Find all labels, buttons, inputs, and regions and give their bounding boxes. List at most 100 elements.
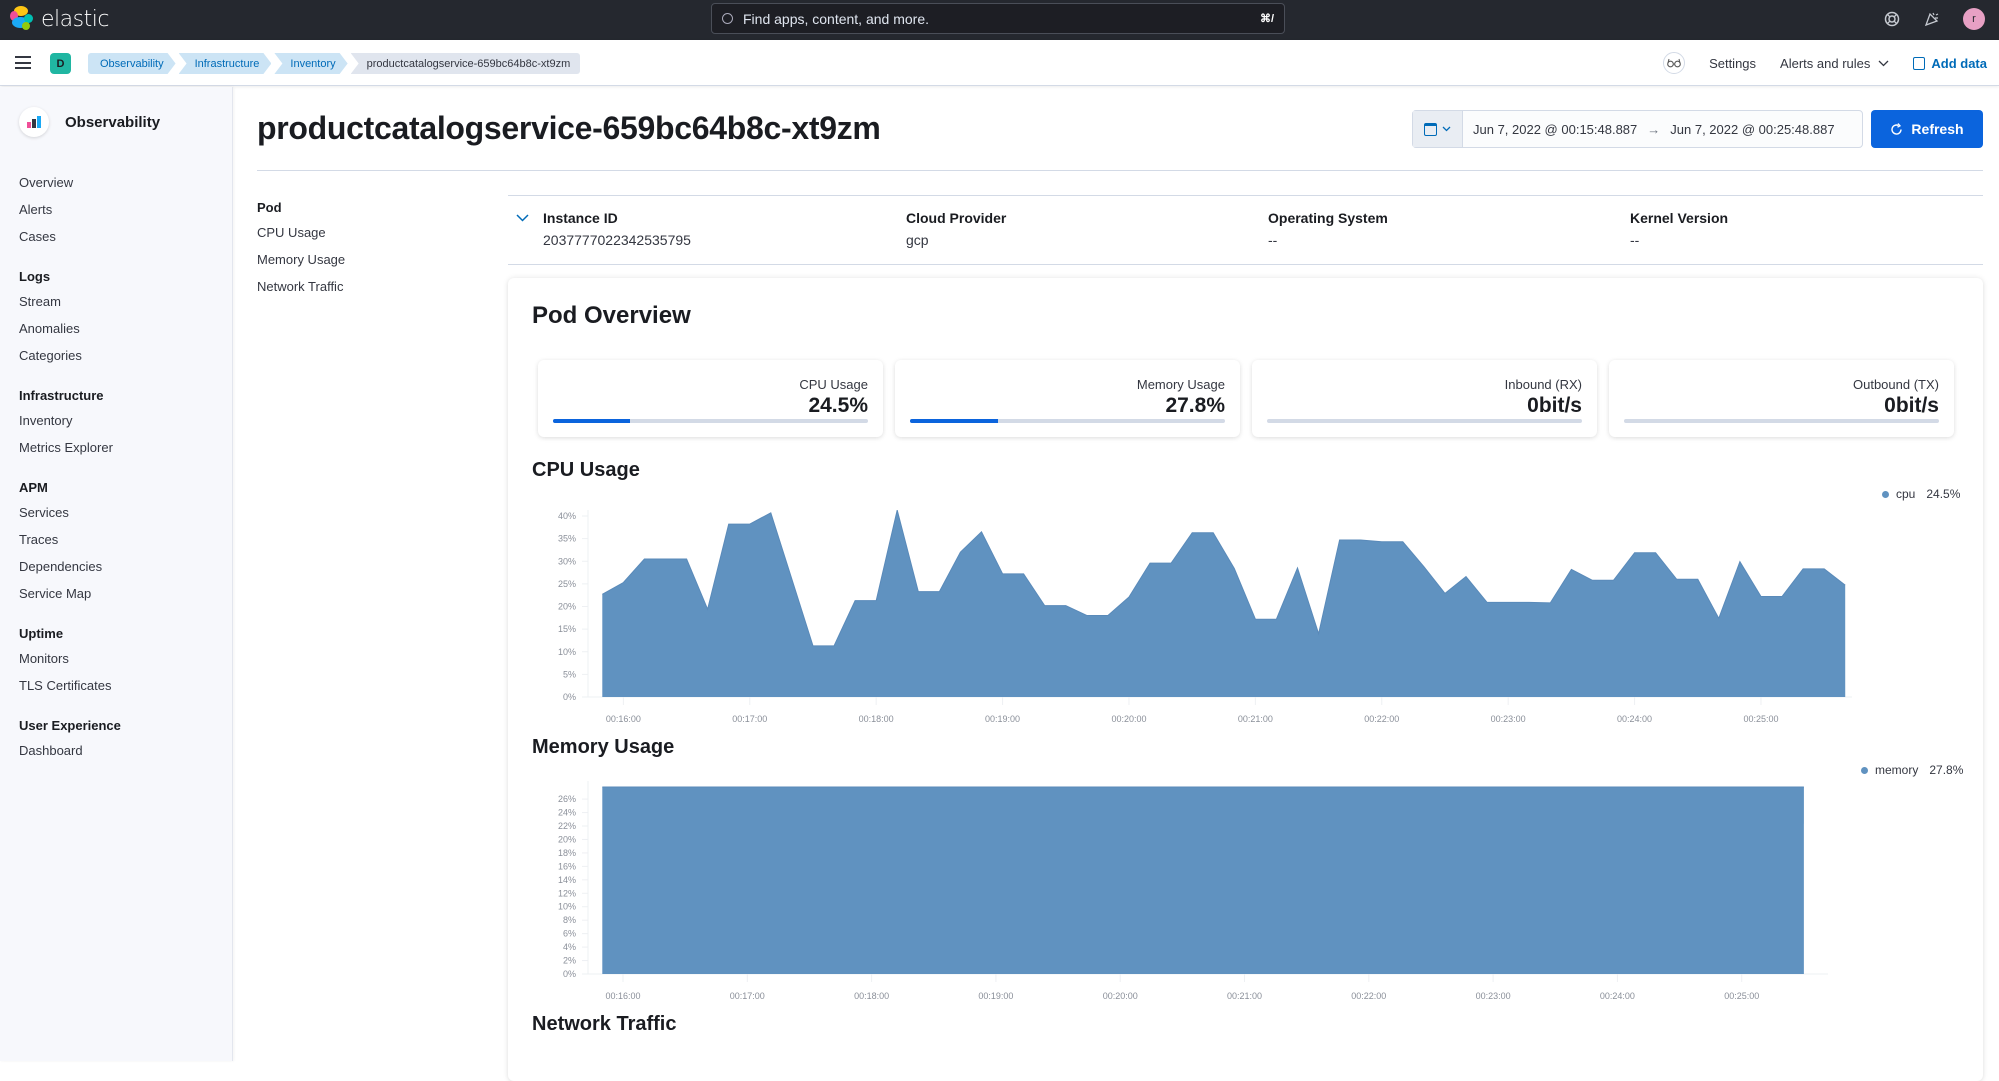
y-tick-label: 20% [558,834,576,844]
cpu-legend[interactable]: cpu 24.5% [1882,487,1960,501]
y-tick-label: 30% [558,556,576,566]
x-tick-label: 00:19:00 [978,991,1013,1001]
alerts-rules-label: Alerts and rules [1780,56,1870,71]
refresh-label: Refresh [1911,121,1963,137]
inspect-icon[interactable] [1663,52,1685,74]
sidebar-item-inventory[interactable]: Inventory [19,407,219,434]
legend-name: cpu [1896,487,1915,501]
global-search-input[interactable]: Find apps, content, and more. ⌘/ [711,3,1285,34]
x-tick-label: 00:23:00 [1476,991,1511,1001]
breadcrumb-inventory[interactable]: Inventory [274,53,347,74]
sidebar-item-stream[interactable]: Stream [19,288,219,315]
y-tick-label: 4% [563,942,576,952]
x-tick-label: 00:22:00 [1364,714,1399,724]
y-tick-label: 35% [558,534,576,544]
cpu-usage-heading: CPU Usage [532,459,640,482]
legend-value: 24.5% [1926,487,1960,501]
sidebar-item-tls-certificates[interactable]: TLS Certificates [19,672,219,699]
x-tick-label: 00:18:00 [854,991,889,1001]
x-tick-label: 00:22:00 [1351,991,1386,1001]
date-start[interactable]: Jun 7, 2022 @ 00:15:48.887 [1473,122,1637,137]
breadcrumb-infrastructure[interactable]: Infrastructure [179,53,272,74]
y-tick-label: 10% [558,902,576,912]
sidebar-item-dashboard[interactable]: Dashboard [19,737,219,764]
metadata-operating-system: Operating System -- [1268,210,1388,248]
sidebar-item-dependencies[interactable]: Dependencies [19,553,219,580]
stat-memory-usage: Memory Usage 27.8% [895,360,1240,437]
memory-progress-bar [910,419,1225,423]
breadcrumb: Observability Infrastructure Inventory p… [88,53,583,74]
help-icon[interactable] [1883,10,1901,28]
sidebar-item-cases[interactable]: Cases [19,223,219,250]
x-tick-label: 00:24:00 [1617,714,1652,724]
metadata-instance-id: Instance ID 2037777022342535795 [543,210,691,248]
date-range-picker[interactable]: Jun 7, 2022 @ 00:15:48.887 → Jun 7, 2022… [1412,110,1863,148]
sidebar-item-service-map[interactable]: Service Map [19,580,219,607]
y-tick-label: 25% [558,579,576,589]
sidebar-group-uptime: Uptime [19,623,219,645]
x-tick-label: 00:20:00 [1103,991,1138,1001]
calendar-icon [1424,123,1437,136]
pod-overview-title: Pod Overview [532,302,691,330]
breadcrumb-observability[interactable]: Observability [88,53,176,74]
add-data-link[interactable]: Add data [1913,56,1987,71]
network-traffic-heading: Network Traffic [532,1013,676,1036]
sidebar-item-monitors[interactable]: Monitors [19,645,219,672]
y-tick-label: 24% [558,808,576,818]
sidebar-item-traces[interactable]: Traces [19,526,219,553]
chevron-down-icon[interactable] [516,214,529,222]
y-tick-label: 8% [563,915,576,925]
page-nav-memory-usage[interactable]: Memory Usage [257,246,457,273]
sidebar-item-alerts[interactable]: Alerts [19,196,219,223]
legend-dot [1882,491,1889,498]
metadata-summary: Instance ID 2037777022342535795 Cloud Pr… [508,195,1983,265]
sidebar-item-overview[interactable]: Overview [19,169,219,196]
y-tick-label: 14% [558,875,576,885]
add-data-icon [1913,57,1925,70]
sidebar-item-services[interactable]: Services [19,499,219,526]
chevron-down-icon [1878,60,1889,67]
quick-select-button[interactable] [1413,111,1463,147]
sidebar-item-metrics-explorer[interactable]: Metrics Explorer [19,434,219,461]
date-end[interactable]: Jun 7, 2022 @ 00:25:48.887 [1670,122,1834,137]
main-content: productcatalogservice-659bc64b8c-xt9zm J… [233,87,1999,1061]
sidebar-group-apm: APM [19,477,219,499]
x-tick-label: 00:25:00 [1743,714,1778,724]
elastic-logo[interactable]: elastic [10,6,109,32]
x-tick-label: 00:24:00 [1600,991,1635,1001]
x-tick-label: 00:17:00 [730,991,765,1001]
x-tick-label: 00:16:00 [605,991,640,1001]
x-tick-label: 00:16:00 [606,714,641,724]
memory-legend[interactable]: memory 27.8% [1861,763,1963,777]
pod-overview-panel: Pod Overview CPU Usage 24.5% Memory Usag… [508,278,1983,1081]
page-side-nav: Pod CPU Usage Memory Usage Network Traff… [257,197,457,300]
space-selector[interactable]: D [50,53,71,74]
sidebar-item-anomalies[interactable]: Anomalies [19,315,219,342]
metadata-cloud-provider: Cloud Provider gcp [906,210,1006,248]
user-avatar[interactable]: r [1963,8,1985,30]
y-tick-label: 40% [558,511,576,521]
memory-usage-chart: 0%2%4%6%8%10%12%14%16%18%20%22%24%26%00:… [508,766,1967,1016]
inbound-progress-bar [1267,419,1582,423]
refresh-button[interactable]: Refresh [1871,110,1983,148]
page-nav-cpu-usage[interactable]: CPU Usage [257,219,457,246]
page-title: productcatalogservice-659bc64b8c-xt9zm [257,110,881,147]
y-tick-label: 12% [558,888,576,898]
chevron-down-icon [1442,126,1451,132]
alerts-rules-menu[interactable]: Alerts and rules [1780,56,1889,71]
settings-link[interactable]: Settings [1709,56,1756,71]
page-nav-network-traffic[interactable]: Network Traffic [257,273,457,300]
y-tick-label: 22% [558,821,576,831]
cpu-usage-chart: 0%5%10%15%20%25%30%35%40%00:16:0000:17:0… [508,488,1967,728]
area-cpu [602,510,1845,697]
menu-toggle-icon[interactable] [15,56,31,69]
arrow-right-icon: → [1647,122,1660,137]
cpu-progress-bar [553,419,868,423]
y-tick-label: 2% [563,956,576,966]
y-tick-label: 26% [558,794,576,804]
metadata-kernel-version: Kernel Version -- [1630,210,1728,248]
x-tick-label: 00:25:00 [1724,991,1759,1001]
y-tick-label: 15% [558,624,576,634]
sidebar-item-categories[interactable]: Categories [19,342,219,369]
newsfeed-icon[interactable] [1923,10,1941,28]
